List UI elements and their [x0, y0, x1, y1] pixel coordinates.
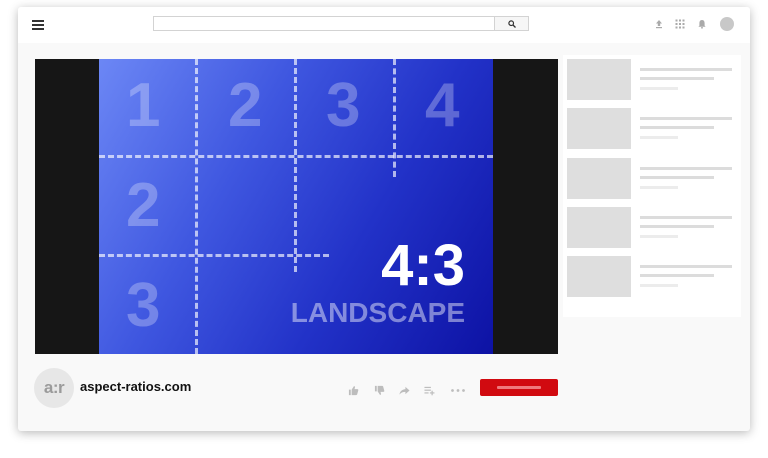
video-thumbnail — [567, 207, 631, 248]
share-icon[interactable] — [399, 385, 410, 396]
more-icon[interactable] — [450, 385, 466, 396]
title-placeholder — [640, 117, 732, 120]
video-player[interactable]: 1 2 3 4 2 3 4:3 LANDSCAPE — [35, 59, 558, 354]
browser-window: 1 2 3 4 2 3 4:3 LANDSCAPE a:r aspect-rat… — [18, 7, 750, 431]
suggested-videos-panel — [563, 55, 741, 317]
meta-placeholder — [640, 136, 678, 139]
grid-number: 3 — [326, 71, 361, 140]
orientation-label: LANDSCAPE — [290, 297, 465, 328]
grid-line — [294, 59, 297, 272]
suggested-video-item[interactable] — [567, 256, 741, 298]
like-icon[interactable] — [348, 385, 359, 396]
grid-line — [99, 254, 329, 257]
apps-grid-icon[interactable] — [675, 19, 685, 29]
menu-icon[interactable] — [32, 20, 44, 30]
channel-name[interactable]: aspect-ratios.com — [80, 379, 191, 394]
suggested-video-item[interactable] — [567, 108, 741, 150]
top-bar — [18, 7, 750, 43]
suggested-video-item[interactable] — [567, 158, 741, 200]
meta-placeholder — [640, 235, 678, 238]
grid-number: 4 — [425, 71, 460, 140]
suggested-video-item[interactable] — [567, 59, 741, 101]
grid-number: 3 — [126, 271, 161, 340]
add-to-playlist-icon[interactable] — [424, 385, 435, 396]
channel-bar: a:r aspect-ratios.com — [18, 360, 563, 420]
notifications-bell-icon[interactable] — [697, 19, 707, 29]
grid-line — [99, 155, 493, 158]
title-placeholder — [640, 274, 714, 277]
video-thumbnail — [567, 158, 631, 199]
grid-number: 2 — [126, 171, 161, 240]
video-thumbnail — [567, 256, 631, 297]
channel-avatar-text: a:r — [43, 378, 65, 397]
subscribe-button[interactable] — [480, 379, 558, 396]
search-button[interactable] — [495, 16, 529, 31]
suggested-video-item[interactable] — [567, 207, 741, 249]
upload-icon[interactable] — [654, 19, 664, 29]
grid-line — [195, 59, 198, 354]
aspect-ratio-label: 4:3 — [381, 233, 465, 298]
title-placeholder — [640, 68, 732, 71]
subscribe-label-placeholder — [497, 386, 541, 389]
channel-avatar[interactable]: a:r — [34, 368, 74, 408]
title-placeholder — [640, 216, 732, 219]
account-avatar[interactable] — [720, 17, 734, 31]
grid-line — [393, 59, 396, 177]
video-thumbnail — [567, 108, 631, 149]
search-input[interactable] — [153, 16, 495, 31]
grid-number: 2 — [228, 71, 263, 140]
title-placeholder — [640, 77, 714, 80]
title-placeholder — [640, 176, 714, 179]
dislike-icon[interactable] — [374, 385, 385, 396]
video-frame[interactable]: 1 2 3 4 2 3 4:3 LANDSCAPE — [99, 59, 493, 354]
meta-placeholder — [640, 87, 678, 90]
title-placeholder — [640, 167, 732, 170]
meta-placeholder — [640, 186, 678, 189]
title-placeholder — [640, 225, 714, 228]
search-icon — [508, 20, 516, 28]
grid-number: 1 — [126, 71, 161, 140]
title-placeholder — [640, 126, 714, 129]
meta-placeholder — [640, 284, 678, 287]
video-thumbnail — [567, 59, 631, 100]
title-placeholder — [640, 265, 732, 268]
